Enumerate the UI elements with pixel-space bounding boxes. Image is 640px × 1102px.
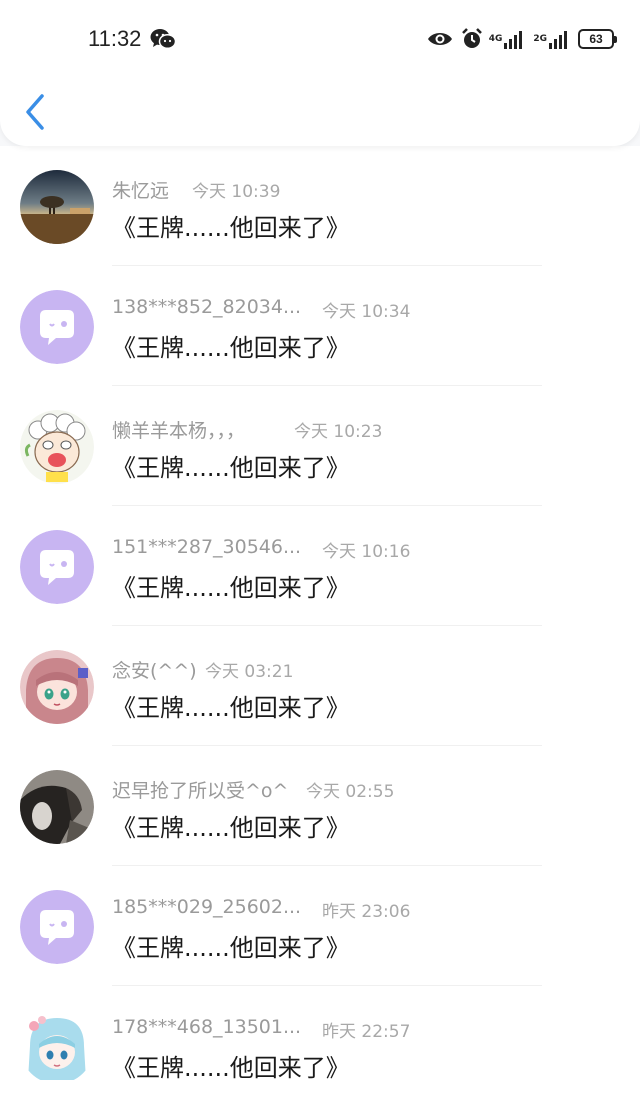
comment-time: 今天 10:23 [294, 422, 383, 442]
comment-text: 《王牌......他回来了》 [112, 1054, 350, 1082]
list-item[interactable]: 朱忆远 今天 10:39 《王牌......他回来了》 [0, 146, 640, 266]
comment-text: 《王牌......他回来了》 [112, 214, 350, 242]
sheep-cartoon-avatar[interactable] [20, 410, 94, 484]
comment-time: 今天 10:39 [192, 182, 281, 202]
comment-time: 昨天 22:57 [322, 1022, 411, 1042]
list-item[interactable]: 151***287_30546... 今天 10:16 《王牌......他回来… [0, 506, 640, 626]
comment-text: 《王牌......他回来了》 [112, 814, 350, 842]
wechat-icon [150, 29, 176, 50]
status-icons: 4G 2G 63 [427, 24, 617, 54]
user-name[interactable]: 185***029_25602... [112, 896, 301, 918]
list-item[interactable]: 138***852_82034... 今天 10:34 《王牌......他回来… [0, 266, 640, 386]
user-name[interactable]: 懒羊羊本杨，，， [112, 416, 245, 443]
comment-time: 今天 10:34 [322, 302, 411, 322]
comment-text: 《王牌......他回来了》 [112, 694, 350, 722]
dark-photo-avatar[interactable] [20, 770, 94, 844]
signal-icon-2 [549, 31, 567, 49]
comment-list: 朱忆远 今天 10:39 《王牌......他回来了》 138***852_82… [0, 146, 640, 1102]
user-name[interactable]: 151***287_30546... [112, 536, 301, 558]
network-type-2: 2G [533, 34, 547, 44]
default-chat-avatar[interactable] [20, 290, 94, 364]
battery-level: 63 [589, 32, 603, 46]
landscape-tree-avatar[interactable] [20, 170, 94, 244]
blue-hair-anime-avatar[interactable] [20, 1010, 94, 1084]
network-type-1: 4G [488, 34, 503, 44]
battery-icon: 63 [578, 29, 617, 49]
alarm-icon [461, 28, 482, 48]
list-item[interactable]: 迟早抢了所以受^o^ 今天 02:55 《王牌......他回来了》 [0, 746, 640, 866]
top-header: 11:32 4G 2G 63 [0, 0, 640, 146]
comment-time: 昨天 23:06 [322, 902, 411, 922]
user-name[interactable]: 朱忆远 [112, 176, 169, 203]
comment-text: 《王牌......他回来了》 [112, 574, 350, 602]
eye-icon [427, 33, 452, 45]
status-time: 11:32 [88, 26, 142, 51]
list-item[interactable]: 178***468_13501... 昨天 22:57 《王牌......他回来… [0, 986, 640, 1102]
list-item[interactable]: 185***029_25602... 昨天 23:06 《王牌......他回来… [0, 866, 640, 986]
user-name[interactable]: 138***852_82034... [112, 296, 301, 318]
comment-text: 《王牌......他回来了》 [112, 334, 350, 362]
comment-text: 《王牌......他回来了》 [112, 454, 350, 482]
default-chat-avatar[interactable] [20, 530, 94, 604]
user-name[interactable]: 178***468_13501... [112, 1016, 301, 1038]
comment-time: 今天 03:21 [205, 662, 294, 682]
comment-time: 今天 02:55 [306, 782, 395, 802]
default-chat-avatar[interactable] [20, 890, 94, 964]
comment-text: 《王牌......他回来了》 [112, 934, 350, 962]
user-name[interactable]: 迟早抢了所以受^o^ [112, 776, 288, 803]
user-name[interactable]: 念安(^^) [112, 656, 197, 683]
comment-time: 今天 10:16 [322, 542, 411, 562]
signal-icon-1 [504, 31, 523, 49]
list-item[interactable]: 念安(^^) 今天 03:21 《王牌......他回来了》 [0, 626, 640, 746]
back-button[interactable] [22, 92, 50, 132]
anime-girl-avatar[interactable] [20, 650, 94, 724]
list-item[interactable]: 懒羊羊本杨，，， 今天 10:23 《王牌......他回来了》 [0, 386, 640, 506]
